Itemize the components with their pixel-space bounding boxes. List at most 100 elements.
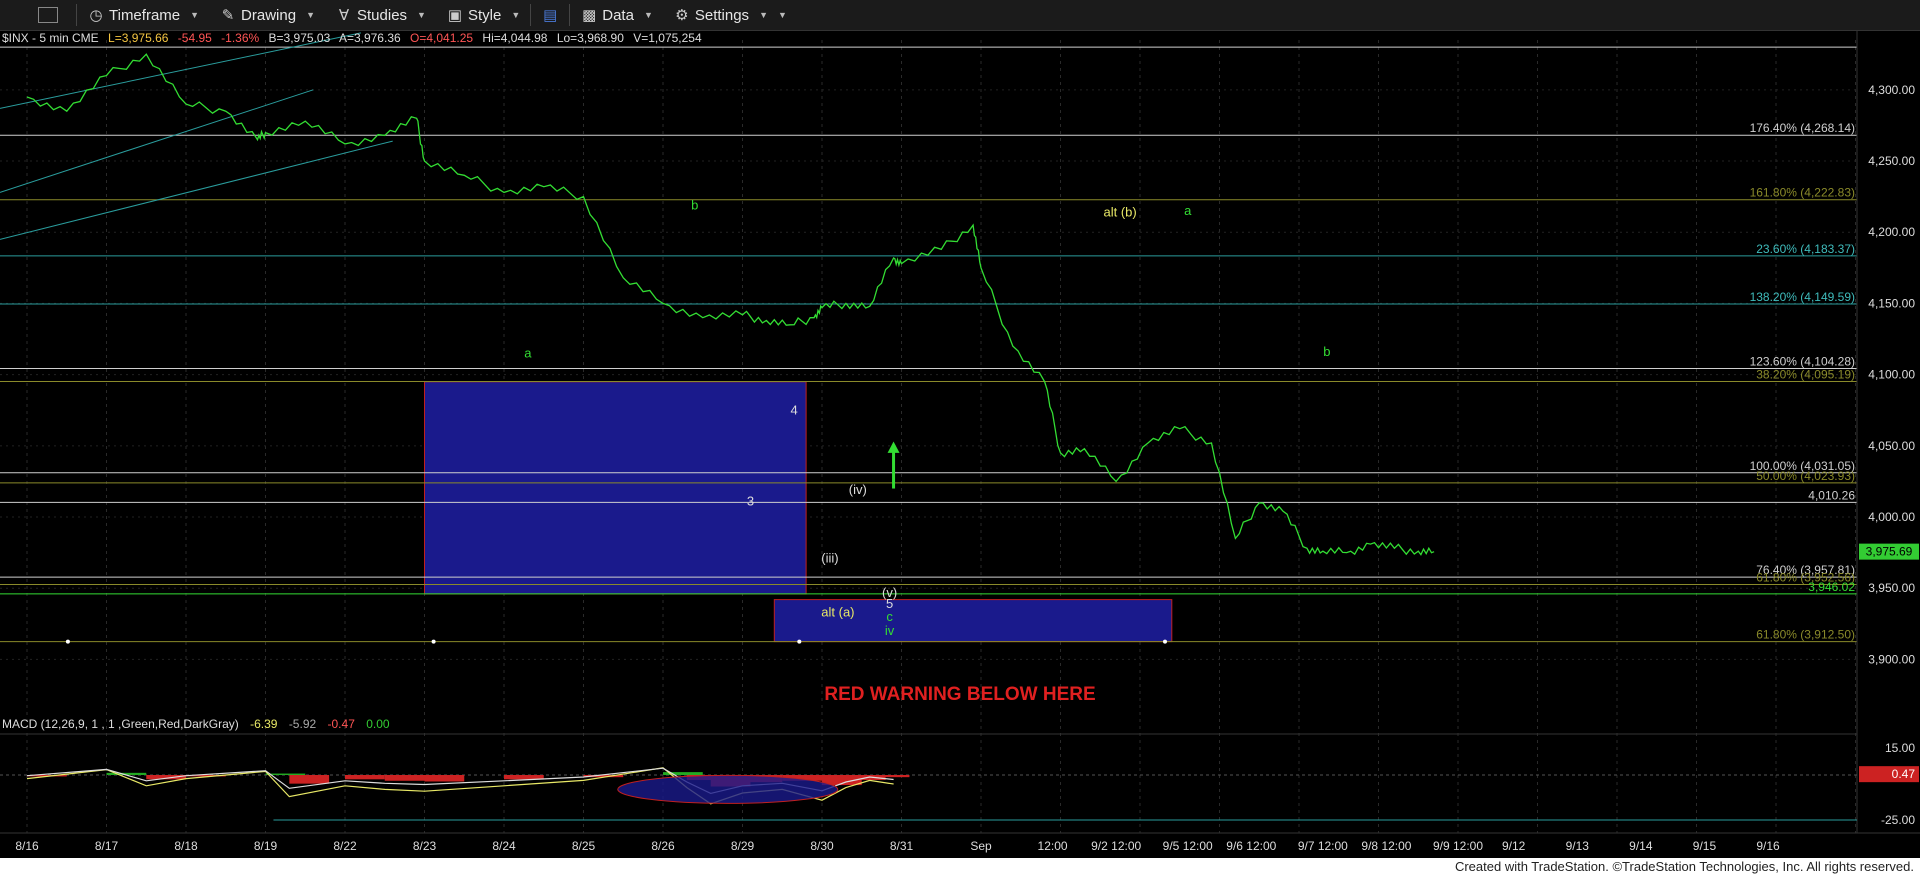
time-axis: 8/16 8/17 8/18 8/19 8/22 8/23 8/24 8/25 8/26 8/29… (0, 832, 1920, 853)
fib-levels: 176.40% (4,268.14) 161.80% (4,222.83) 23.6… (0, 46, 1857, 643)
volume: V=1,075,254 (633, 31, 702, 45)
drawing-label: Drawing (241, 6, 297, 24)
time-tick-label: 8/17 (95, 839, 119, 853)
time-tick-label: 8/19 (254, 839, 278, 853)
time-tick-label: 9/13 (1566, 839, 1590, 853)
price-tick-label: 4,100.00 (1868, 368, 1915, 382)
style-label: Style (467, 6, 502, 24)
marker-dot (797, 639, 802, 644)
data-label: Data (602, 6, 634, 24)
time-tick-label: 9/6 12:00 (1226, 839, 1276, 853)
drawing-menu[interactable]: ✎ Drawing ▼ (209, 0, 325, 30)
fib-level-label: 123.60% (4,104.28) (1750, 355, 1855, 369)
fib-level-label: 138.20% (4,149.59) (1750, 290, 1855, 304)
price-tick-label: 4,150.00 (1868, 296, 1915, 310)
target-boxes (424, 381, 1173, 643)
time-tick-label: 8/18 (174, 839, 198, 853)
price-tick-label: 3,950.00 (1868, 581, 1915, 595)
studies-label: Studies (357, 6, 408, 24)
macd-histogram-bar (345, 775, 385, 780)
macd-value-4: 0.00 (366, 717, 390, 731)
settings-label: Settings (694, 6, 750, 24)
fib-level-label: 38.20% (4,095.19) (1756, 367, 1855, 381)
wave-label: (iv) (849, 482, 867, 497)
time-tick-label: 9/9 12:00 (1433, 839, 1483, 853)
last-price: L=3,975.66 (108, 31, 169, 45)
time-tick-label: 9/16 (1756, 839, 1780, 853)
up-arrow-icon (887, 441, 900, 453)
time-tick-label: 9/15 (1693, 839, 1717, 853)
trend-channel (0, 32, 393, 240)
time-tick-label: 9/2 12:00 (1091, 839, 1141, 853)
price-tick-label: 3,900.00 (1868, 652, 1915, 666)
time-tick-label: 9/5 12:00 (1163, 839, 1213, 853)
time-tick-label: Sep (970, 839, 992, 853)
pencil-icon: ✎ (221, 7, 235, 24)
wave-label: iv (885, 623, 895, 638)
time-tick-label: 8/26 (651, 839, 675, 853)
grid-lines (0, 40, 1857, 833)
macd-tick-label: -25.00 (1881, 813, 1915, 827)
footer-credit: Created with TradeStation. ©TradeStation… (0, 858, 1920, 875)
marker-dot (431, 639, 436, 644)
timeframe-label: Timeframe (109, 6, 181, 24)
window-icon[interactable] (38, 7, 58, 23)
fib-level-label: 23.60% (4,183.37) (1756, 242, 1855, 256)
fib-level-label: 176.40% (4,268.14) (1750, 121, 1855, 135)
marker-dot (65, 639, 70, 644)
macd-histogram-bar (869, 775, 910, 778)
fib-level-label: 61.80% (3,912.50) (1756, 628, 1855, 642)
layout-button[interactable]: ▤ (531, 0, 569, 30)
data-icon: ▩ (582, 7, 597, 24)
wave-label: (iii) (821, 551, 838, 566)
macd-histogram-bar (424, 775, 465, 782)
open-price: O=4,041.25 (410, 31, 473, 45)
price-tick-label: 4,300.00 (1868, 83, 1915, 97)
price-tick-label: 4,000.00 (1868, 510, 1915, 524)
price-tick-label: 4,200.00 (1868, 225, 1915, 239)
chevron-down-icon: ▼ (190, 10, 200, 20)
bid-price: B=3,975.03 (269, 31, 331, 45)
macd-name: MACD (12,26,9, 1 , 1 ,Green,Red,DarkGray… (2, 717, 239, 731)
time-tick-label: 9/7 12:00 (1298, 839, 1348, 853)
time-tick-label: 12:00 (1038, 839, 1068, 853)
time-tick-label: 8/23 (413, 839, 437, 853)
footer-text: Created with TradeStation. ©TradeStation… (1454, 859, 1914, 874)
high-price: Hi=4,044.98 (482, 31, 547, 45)
macd-header: MACD (12,26,9, 1 , 1 ,Green,Red,DarkGray… (2, 717, 390, 731)
wave-label: 3 (747, 494, 754, 509)
price-axis: 4,300.00 4,250.00 4,200.00 4,150.00 4,100.00… (1856, 30, 1919, 833)
chevron-down-icon: ▼ (777, 10, 787, 20)
time-tick-label: 9/8 12:00 (1361, 839, 1411, 853)
timeframe-menu[interactable]: ◷ Timeframe ▼ (77, 0, 209, 30)
last-price-badge-label: 3,975.69 (1866, 545, 1913, 559)
chart-toolbar: ◷ Timeframe ▼ ✎ Drawing ▼ ∀ Studies ▼ ▣ … (0, 0, 1920, 31)
settings-menu[interactable]: ⚙ Settings ▼ ▼ (663, 0, 797, 30)
layout-icon: ▤ (543, 7, 558, 24)
data-menu[interactable]: ▩ Data ▼ (570, 0, 663, 30)
price-change: -54.95 (178, 31, 212, 45)
time-tick-label: 8/22 (333, 839, 357, 853)
chevron-down-icon: ▼ (417, 10, 426, 20)
wave-label: a (524, 346, 532, 361)
wave-label: alt (b) (1104, 205, 1137, 220)
macd-histogram-bar (384, 775, 425, 781)
price-chart[interactable]: 176.40% (4,268.14) 161.80% (4,222.83) 23.6… (0, 30, 1920, 858)
style-menu[interactable]: ▣ Style ▼ (436, 0, 530, 30)
price-pct: -1.36% (221, 31, 259, 45)
symbol-label: $INX - 5 min CME (2, 31, 99, 45)
channel-line-middle (0, 89, 314, 193)
studies-menu[interactable]: ∀ Studies ▼ (325, 0, 436, 30)
wave-label: alt (a) (821, 605, 854, 620)
ask-price: A=3,976.36 (339, 31, 401, 45)
time-tick-label: 8/24 (492, 839, 516, 853)
time-tick-label: 9/12 (1502, 839, 1526, 853)
fib-level-label: 161.80% (4,222.83) (1750, 186, 1855, 200)
time-tick-label: 8/31 (890, 839, 914, 853)
macd-value-3: -0.47 (328, 717, 356, 731)
time-tick-label: 8/30 (810, 839, 834, 853)
chevron-down-icon: ▼ (306, 10, 315, 20)
marker-dot (1163, 639, 1167, 644)
chevron-down-icon: ▼ (759, 10, 768, 20)
low-price: Lo=3,968.90 (557, 31, 624, 45)
